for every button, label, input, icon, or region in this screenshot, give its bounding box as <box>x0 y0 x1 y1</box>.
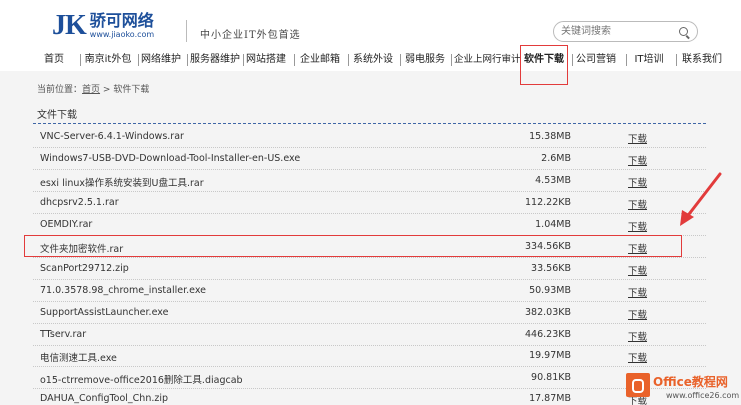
breadcrumb-prefix: 当前位置： <box>37 85 83 95</box>
nav-separator <box>187 54 188 66</box>
file-name: o15-ctrremove-office2016删除工具.diagcab <box>40 375 243 386</box>
file-size: 50.93MB <box>529 285 571 296</box>
main-nav: 首页 南京it外包 网络维护 服务器维护 网站搭建 企业邮箱 系统外设 弱电服务… <box>0 49 741 71</box>
nav-separator <box>400 54 401 66</box>
file-size: 4.53MB <box>535 175 571 186</box>
file-name: 71.0.3578.98_chrome_installer.exe <box>40 285 206 296</box>
nav-item-contact[interactable]: 联系我们 <box>682 49 722 71</box>
file-row: 71.0.3578.98_chrome_installer.exe 50.93M… <box>33 280 706 302</box>
logo-mark: JK <box>52 10 87 41</box>
download-link[interactable]: 下载 <box>628 329 647 343</box>
watermark: Office教程网 www.office26.com <box>626 371 741 405</box>
breadcrumb-separator: > <box>102 85 111 95</box>
file-size: 15.38MB <box>529 131 571 142</box>
download-link[interactable]: 下载 <box>628 131 647 145</box>
file-row: o15-ctrremove-office2016删除工具.diagcab 90.… <box>33 367 706 389</box>
file-name: ScanPort29712.zip <box>40 263 129 274</box>
file-size: 446.23KB <box>525 329 571 340</box>
download-link[interactable]: 下载 <box>628 350 647 364</box>
nav-separator <box>80 54 81 66</box>
nav-item-website[interactable]: 网站搭建 <box>246 49 286 71</box>
file-size: 382.03KB <box>525 307 571 318</box>
nav-separator <box>294 54 295 66</box>
file-name: 电信测速工具.exe <box>40 353 117 364</box>
file-size: 19.97MB <box>529 350 571 361</box>
nav-item-marketing[interactable]: 公司营销 <box>576 49 616 71</box>
download-link[interactable]: 下载 <box>628 197 647 211</box>
nav-separator <box>138 54 139 66</box>
file-size: 1.04MB <box>535 219 571 230</box>
file-row: TTserv.rar 446.23KB 下载 <box>33 324 706 346</box>
office-logo-icon <box>626 373 650 397</box>
nav-item-nanjing-it[interactable]: 南京it外包 <box>84 49 132 71</box>
nav-item-it-training[interactable]: IT培训 <box>632 49 666 71</box>
download-link[interactable]: 下载 <box>628 263 647 277</box>
section-title: 文件下载 <box>37 110 77 121</box>
download-link[interactable]: 下载 <box>628 307 647 321</box>
file-row: VNC-Server-6.4.1-Windows.rar 15.38MB 下载 <box>33 126 706 148</box>
file-row: SupportAssistLauncher.exe 382.03KB 下载 <box>33 302 706 324</box>
nav-item-network-maintenance[interactable]: 网络维护 <box>141 49 181 71</box>
file-name: Windows7-USB-DVD-Download-Tool-Installer… <box>40 153 301 164</box>
file-row: dhcpsrv2.5.1.rar 112.22KB 下载 <box>33 192 706 214</box>
file-size: 90.81KB <box>531 372 571 383</box>
nav-item-email[interactable]: 企业邮箱 <box>300 49 340 71</box>
file-row: ScanPort29712.zip 33.56KB 下载 <box>33 258 706 280</box>
slogan: 中小企业IT外包首选 <box>200 30 301 41</box>
download-link[interactable]: 下载 <box>628 285 647 299</box>
nav-separator <box>243 54 244 66</box>
file-row: Windows7-USB-DVD-Download-Tool-Installer… <box>33 148 706 170</box>
site-header: JK 骄可网络 www.jiaoko.com 中小企业IT外包首选 <box>0 0 741 46</box>
nav-item-low-voltage[interactable]: 弱电服务 <box>405 49 445 71</box>
nav-item-internet-audit[interactable]: 企业上网行审计 <box>454 49 521 71</box>
logo-url: www.jiaoko.com <box>89 30 155 39</box>
breadcrumb: 当前位置：首页 > 软件下载 <box>37 82 149 95</box>
file-name: esxi linux操作系统安装到U盘工具.rar <box>40 178 204 189</box>
file-name: OEMDIY.rar <box>40 219 93 230</box>
search-icon[interactable] <box>679 27 688 36</box>
site-logo[interactable]: JK 骄可网络 www.jiaoko.com <box>52 12 154 40</box>
nav-highlight-annotation <box>520 45 568 85</box>
file-name: VNC-Server-6.4.1-Windows.rar <box>40 131 184 142</box>
file-size: 2.6MB <box>541 153 571 164</box>
file-size: 17.87MB <box>529 393 571 404</box>
nav-separator <box>572 54 573 66</box>
file-name: dhcpsrv2.5.1.rar <box>40 197 119 208</box>
annotation-arrow-icon <box>680 172 722 226</box>
file-size: 33.56KB <box>531 263 571 274</box>
nav-separator <box>626 54 627 66</box>
watermark-text: Office教程网 <box>653 375 728 389</box>
search-input[interactable] <box>561 24 671 39</box>
watermark-url: www.office26.com <box>666 391 740 400</box>
breadcrumb-home-link[interactable]: 首页 <box>82 85 100 95</box>
section-divider <box>33 123 706 124</box>
download-link[interactable]: 下载 <box>628 153 647 167</box>
nav-item-server-maintenance[interactable]: 服务器维护 <box>190 49 240 71</box>
file-row: esxi linux操作系统安装到U盘工具.rar 4.53MB 下载 <box>33 170 706 192</box>
download-link[interactable]: 下载 <box>628 219 647 233</box>
file-row: OEMDIY.rar 1.04MB 下载 <box>33 214 706 236</box>
file-size: 112.22KB <box>525 197 571 208</box>
breadcrumb-current: 软件下载 <box>113 85 150 95</box>
nav-separator <box>676 54 677 66</box>
file-name: TTserv.rar <box>40 329 87 340</box>
search-box[interactable] <box>553 21 698 42</box>
file-name: DAHUA_ConfigTool_Chn.zip <box>40 393 169 404</box>
nav-separator <box>348 54 349 66</box>
file-name: SupportAssistLauncher.exe <box>40 307 169 318</box>
nav-item-home[interactable]: 首页 <box>40 49 68 71</box>
file-row: DAHUA_ConfigTool_Chn.zip 17.87MB 下载 <box>33 388 706 405</box>
file-row: 电信测速工具.exe 19.97MB 下载 <box>33 345 706 367</box>
download-link[interactable]: 下载 <box>628 175 647 189</box>
header-divider <box>186 20 187 42</box>
logo-name: 骄可网络 <box>89 11 154 30</box>
row-highlight-annotation <box>24 235 682 257</box>
nav-separator <box>451 54 452 66</box>
nav-item-peripherals[interactable]: 系统外设 <box>353 49 393 71</box>
